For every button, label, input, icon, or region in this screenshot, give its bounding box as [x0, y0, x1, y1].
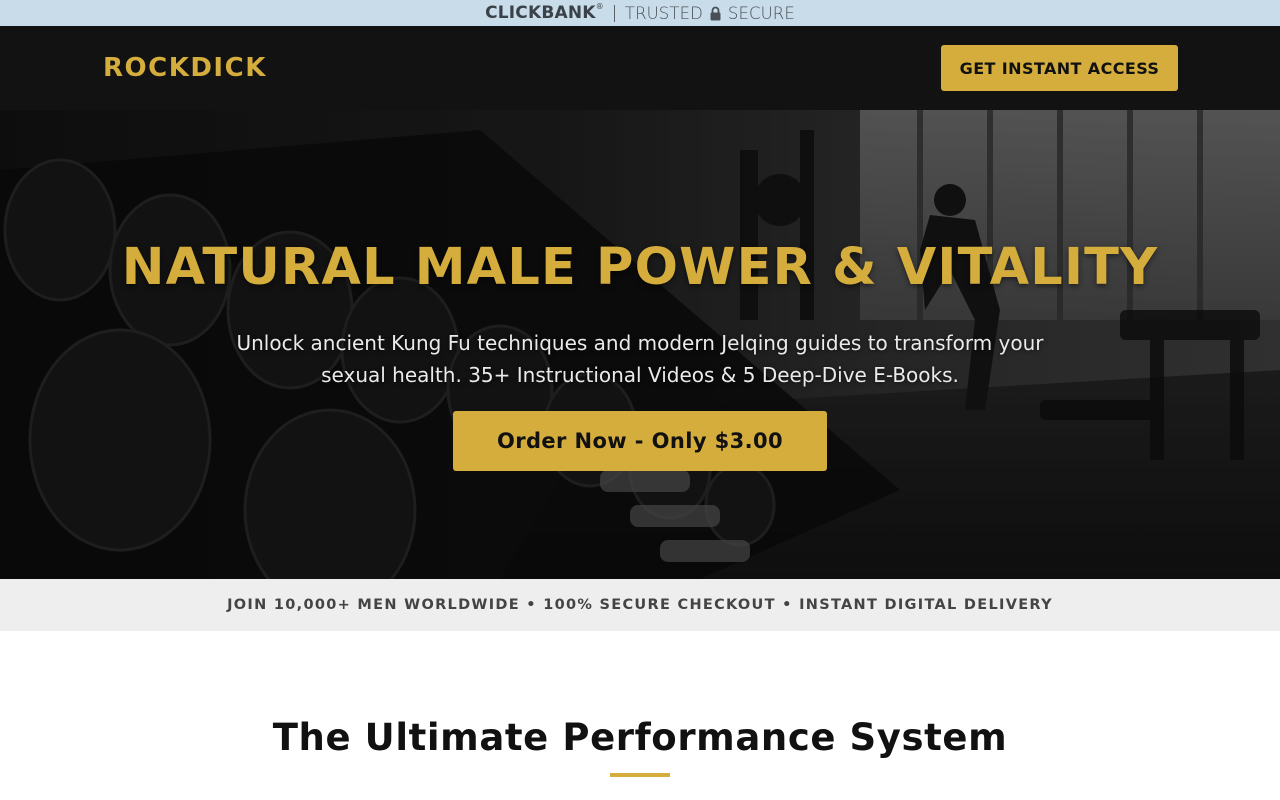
hero-section: NATURAL MALE POWER & VITALITY Unlock anc…	[0, 110, 1280, 579]
section-title: The Ultimate Performance System	[272, 716, 1008, 759]
order-now-button[interactable]: Order Now - Only $3.00	[453, 411, 827, 471]
get-instant-access-button[interactable]: GET INSTANT ACCESS	[941, 45, 1178, 91]
hero-subtitle: Unlock ancient Kung Fu techniques and mo…	[236, 331, 1044, 387]
brand-logo[interactable]: ROCKDICK	[103, 53, 267, 83]
trusted-label: TRUSTED	[624, 3, 703, 23]
clickbank-logo: CLICKBANK®	[485, 2, 604, 23]
section-underline	[610, 773, 670, 777]
hero-title: NATURAL MALE POWER & VITALITY	[121, 238, 1159, 297]
lock-icon	[709, 6, 722, 21]
social-proof-text: JOIN 10,000+ MEN WORLDWIDE • 100% SECURE…	[227, 597, 1053, 613]
trust-divider	[613, 4, 615, 22]
secure-label: SECURE	[727, 3, 795, 23]
social-proof-strip: JOIN 10,000+ MEN WORLDWIDE • 100% SECURE…	[0, 579, 1280, 631]
clickbank-trust-bar: CLICKBANK® TRUSTED SECURE	[0, 0, 1280, 26]
hero-content: NATURAL MALE POWER & VITALITY Unlock anc…	[0, 110, 1280, 579]
site-header: ROCKDICK GET INSTANT ACCESS	[0, 26, 1280, 110]
